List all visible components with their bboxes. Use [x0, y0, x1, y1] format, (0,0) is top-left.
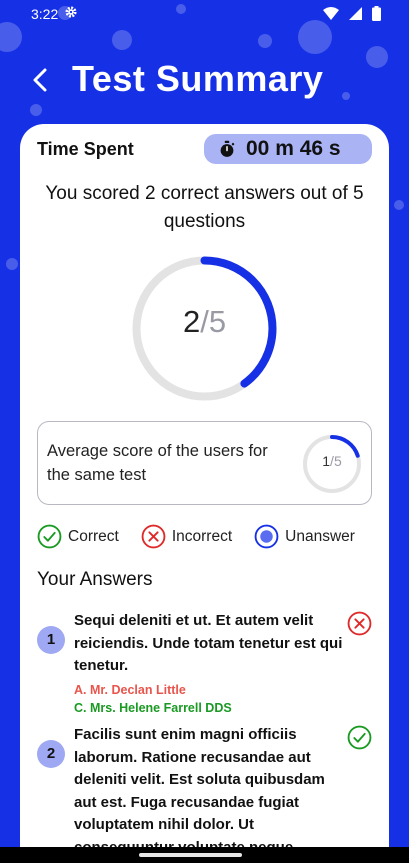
- background-bubble: [394, 200, 404, 210]
- system-navigation-bar: [0, 847, 409, 863]
- question-number-badge: 2: [37, 740, 65, 768]
- average-score-text: Average score of the users for the same …: [47, 442, 268, 484]
- stopwatch-icon: [220, 140, 235, 157]
- score-separator: /: [200, 304, 209, 339]
- question-text: Facilis sunt enim magni officiis laborum…: [74, 726, 325, 856]
- legend-unanswered-label: Unanswer: [285, 527, 355, 545]
- battery-icon: [372, 6, 381, 24]
- wifi-icon: [323, 7, 339, 23]
- answer-legend: Correct Incorrect Unanswer: [37, 524, 355, 549]
- signal-icon: [349, 7, 362, 23]
- selected-option: A. Mr. Declan Little: [74, 683, 186, 697]
- status-bar: 3:22: [0, 0, 409, 28]
- check-circle-icon: [37, 524, 62, 549]
- x-circle-icon: [141, 524, 166, 549]
- app-header: Test Summary: [0, 56, 409, 104]
- average-score-fraction: 1/5: [302, 453, 362, 469]
- time-spent-pill: 00 m 46 s: [204, 134, 372, 164]
- your-answers-title: Your Answers: [37, 569, 153, 590]
- back-button[interactable]: [30, 66, 50, 94]
- background-bubble: [6, 258, 18, 270]
- average-total: 5: [333, 453, 342, 469]
- legend-unanswered: Unanswer: [254, 524, 355, 549]
- question-number-badge: 1: [37, 626, 65, 654]
- question-text: Sequi deleniti et ut. Et autem velit rei…: [74, 612, 343, 674]
- legend-incorrect: Incorrect: [141, 524, 232, 549]
- status-time: 3:22: [31, 6, 59, 22]
- check-circle-icon: [347, 725, 372, 750]
- legend-incorrect-label: Incorrect: [171, 527, 233, 545]
- page-title: Test Summary: [72, 58, 324, 99]
- background-bubble: [112, 30, 132, 50]
- summary-card: Time Spent 00 m 46 s You scored 2 correc…: [20, 124, 389, 863]
- score-total: 5: [208, 304, 227, 339]
- radio-dot-icon: [254, 524, 279, 549]
- average-score-box: Average score of the users for the same …: [37, 421, 372, 505]
- time-spent-label: Time Spent: [37, 139, 134, 159]
- score-correct: 2: [182, 304, 201, 339]
- chevron-left-icon: [33, 68, 47, 92]
- background-bubble: [30, 104, 42, 116]
- average-correct: 1: [322, 453, 331, 469]
- time-spent-value: 00 m 46 s: [246, 137, 341, 160]
- score-headline: You scored 2 correct answers out of 5 qu…: [45, 183, 364, 232]
- correct-option: C. Mrs. Helene Farrell DDS: [74, 701, 232, 715]
- gear-icon: [64, 5, 78, 22]
- legend-correct-label: Correct: [68, 527, 119, 545]
- home-handle[interactable]: [139, 853, 242, 857]
- background-bubble: [258, 34, 272, 48]
- x-circle-icon: [347, 611, 372, 636]
- score-fraction: 2/5: [132, 304, 277, 340]
- legend-correct: Correct: [37, 524, 119, 549]
